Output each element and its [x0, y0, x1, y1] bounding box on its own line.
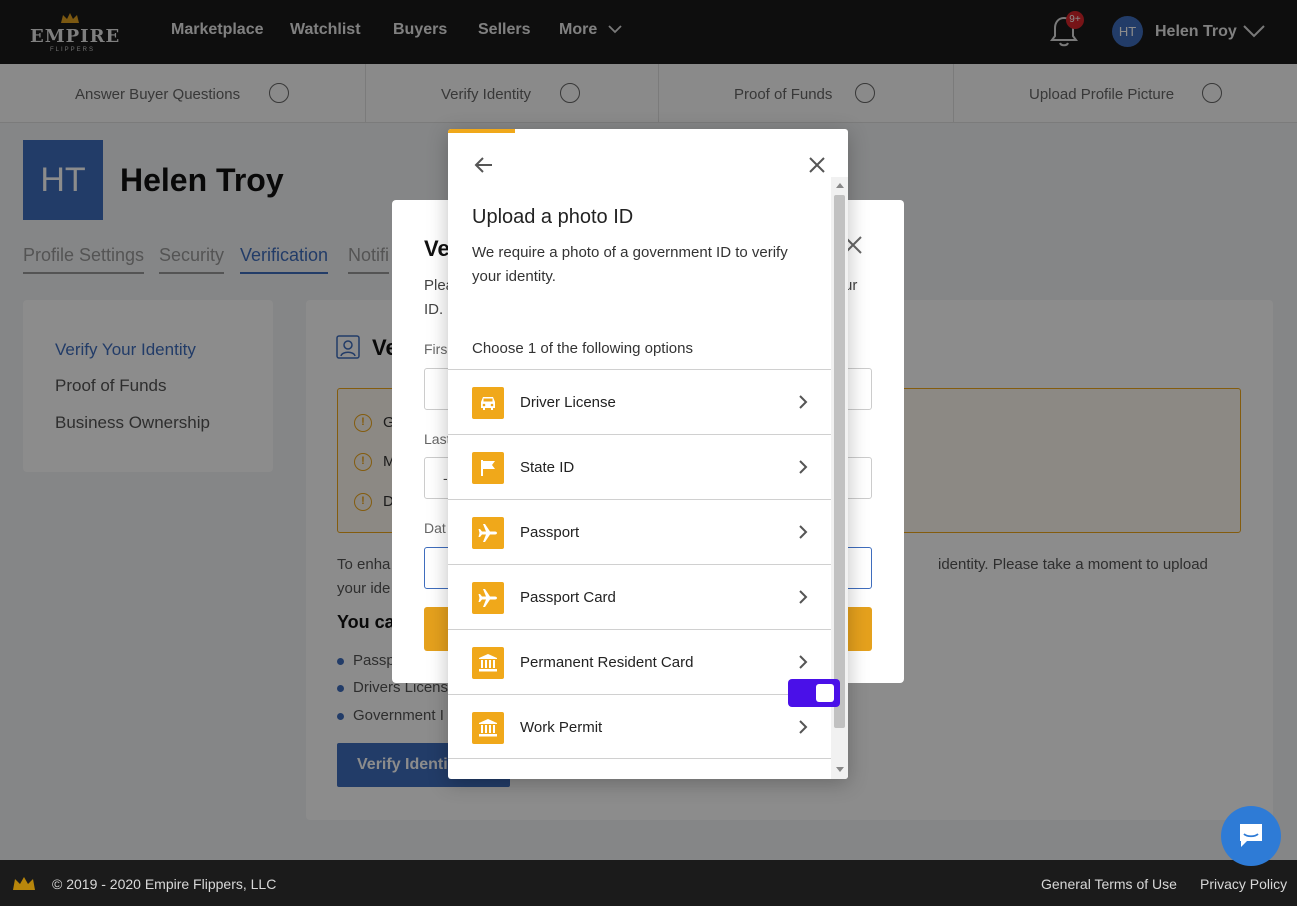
- bank-icon: [472, 712, 504, 744]
- terms-link[interactable]: General Terms of Use: [1041, 876, 1177, 892]
- scroll-down-arrow-icon[interactable]: [836, 767, 844, 772]
- bg-modal-text: ID.: [424, 301, 444, 318]
- id-options-list: Driver License State ID Passport Passpor…: [448, 369, 831, 759]
- first-name-label: Firs: [424, 341, 448, 357]
- arrow-left-icon[interactable]: [474, 155, 494, 175]
- airplane-icon: [472, 517, 504, 549]
- footer: © 2019 - 2020 Empire Flippers, LLC Gener…: [0, 860, 1297, 906]
- chevron-right-icon: [799, 720, 808, 734]
- chevron-right-icon: [799, 590, 808, 604]
- option-label: State ID: [520, 459, 575, 476]
- option-passport[interactable]: Passport: [448, 499, 831, 564]
- last-name-value: -: [443, 470, 448, 486]
- toggle-switch[interactable]: [788, 679, 840, 707]
- option-label: Permanent Resident Card: [520, 654, 694, 671]
- option-label: Passport Card: [520, 589, 616, 606]
- option-state-id[interactable]: State ID: [448, 434, 831, 499]
- copyright-text: © 2019 - 2020 Empire Flippers, LLC: [52, 876, 277, 892]
- flag-icon: [472, 452, 504, 484]
- modal-title: Upload a photo ID: [472, 206, 634, 228]
- option-label: Driver License: [520, 394, 616, 411]
- chevron-right-icon: [799, 460, 808, 474]
- option-permanent-resident-card[interactable]: Permanent Resident Card: [448, 629, 831, 694]
- option-label: Passport: [520, 524, 580, 541]
- airplane-icon: [472, 582, 504, 614]
- bank-icon: [472, 647, 504, 679]
- modal-description: We require a photo of a government ID to…: [472, 244, 788, 285]
- last-name-label: Last: [424, 431, 451, 447]
- option-passport-card[interactable]: Passport Card: [448, 564, 831, 629]
- date-label: Dat: [424, 520, 446, 536]
- chevron-right-icon: [799, 655, 808, 669]
- chevron-right-icon: [799, 525, 808, 539]
- option-driver-license[interactable]: Driver License: [448, 369, 831, 434]
- scroll-up-arrow-icon[interactable]: [836, 183, 844, 188]
- option-label: Work Permit: [520, 719, 603, 736]
- bg-modal-title: Ve: [424, 236, 450, 261]
- scrollbar-thumb[interactable]: [834, 195, 845, 728]
- car-icon: [472, 387, 504, 419]
- close-icon[interactable]: [808, 156, 826, 174]
- privacy-link[interactable]: Privacy Policy: [1200, 876, 1287, 892]
- chat-button[interactable]: [1221, 806, 1281, 866]
- chevron-right-icon: [799, 395, 808, 409]
- crown-icon: [13, 877, 35, 890]
- option-work-permit[interactable]: Work Permit: [448, 694, 831, 759]
- toggle-knob: [816, 684, 834, 702]
- chat-bubble-icon: [1240, 824, 1262, 847]
- modal-progress-bar: [448, 129, 515, 133]
- options-heading: Choose 1 of the following options: [472, 340, 693, 357]
